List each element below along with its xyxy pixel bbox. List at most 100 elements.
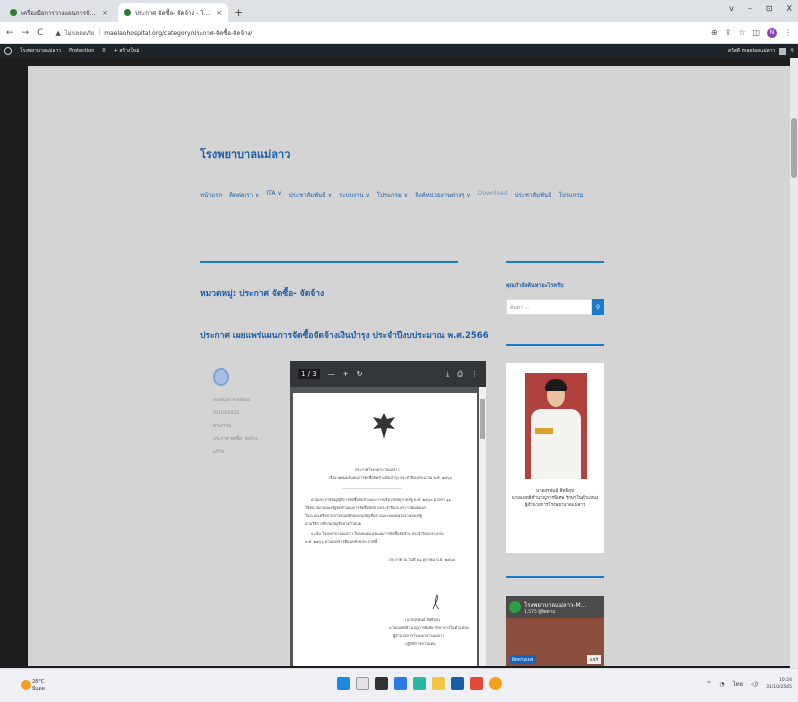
hospital-logo-icon	[509, 601, 521, 613]
window-controls: v – ⊡ X	[729, 4, 792, 13]
garuda-emblem-icon	[373, 413, 395, 439]
wifi-icon[interactable]: ◔	[719, 681, 724, 688]
doc-body: ตามวิธีการที่กรมบัญชีกลางกำหนด	[305, 521, 362, 526]
maximize-button[interactable]: ⊡	[766, 4, 773, 13]
pdf-viewer[interactable]: 1 / 3 — + ↻ ⤓ ⎙ ⋮ ประกาศโรงพยาบาลแม่ลาว …	[290, 361, 486, 666]
protection-link[interactable]: Protection	[69, 48, 94, 54]
search-input[interactable]: ค้นหา ...	[506, 299, 592, 315]
doc-body: พ.ศ. ๒๕๖๖ ตามเอกสารที่แนบท้ายประกาศนี้	[305, 539, 378, 544]
file-explorer-icon[interactable]	[432, 677, 445, 690]
volume-icon[interactable]: ◁)	[751, 681, 758, 688]
signature-mark	[432, 594, 440, 610]
share-icon[interactable]: ⇪	[725, 28, 732, 37]
pdf-scrollbar[interactable]	[479, 387, 486, 666]
menu-item-home[interactable]: หน้าแรก	[200, 190, 222, 200]
store-icon[interactable]	[451, 677, 464, 690]
menu-item-program[interactable]: โปรแกรม	[559, 190, 584, 200]
bookmark-star-icon[interactable]: ☆	[738, 28, 745, 37]
menu-item-links[interactable]: ลิงค์หน่วยงานต่างๆ ∨	[415, 190, 471, 200]
search-widget-label: คุณกำลังค้นหาอะไรครับ	[506, 283, 564, 289]
reload-icon[interactable]: C	[37, 28, 43, 38]
page-viewport: โรงพยาบาลแม่ลาว หน้าแรก ติดต่อเรา ∨ ITA …	[0, 58, 798, 668]
divider	[506, 261, 604, 263]
rotate-icon[interactable]: ↻	[357, 370, 363, 378]
zoom-icon[interactable]: ⊕	[711, 28, 718, 37]
director-photo	[525, 373, 587, 479]
close-tab-icon[interactable]: ×	[216, 9, 222, 17]
main-menu: หน้าแรก ติดต่อเรา ∨ ITA ∨ ประชาสัมพันธ์ …	[200, 190, 584, 200]
task-view-icon[interactable]	[375, 677, 388, 690]
facebook-share-button[interactable]: แชร์	[586, 655, 601, 664]
admin-site-link[interactable]: โรงพยาบาลแม่ลาว	[20, 47, 61, 55]
zoom-out-button[interactable]: —	[328, 370, 335, 378]
menu-kebab-icon[interactable]: ⋮	[784, 28, 792, 37]
new-tab-button[interactable]: +	[234, 6, 243, 19]
wp-admin-bar: โรงพยาบาลแม่ลาว Protection 0 + สร้างใหม่…	[0, 44, 798, 58]
doc-body: ในระบบเครือข่ายสารสนเทศของกรมบัญชีกลางแล…	[305, 513, 422, 518]
more-options-icon[interactable]: ⋮	[471, 370, 478, 378]
doc-heading: ประกาศโรงพยาบาลแม่ลาว	[355, 467, 400, 472]
url-field[interactable]: ▲ ไม่ปลอดภัย | maelaohospital.org/catego…	[51, 25, 702, 41]
menu-item-contact[interactable]: ติดต่อเรา ∨	[229, 190, 259, 200]
search-icon[interactable]	[356, 677, 369, 690]
start-icon[interactable]	[337, 677, 350, 690]
zoom-in-button[interactable]: +	[343, 370, 349, 378]
director-role: นายแพทย์ชำนาญการพิเศษ รักษาในตำแหน่ง	[511, 496, 599, 501]
admin-user-greeting[interactable]: สวัสดี maelaoแม่ลาว	[728, 47, 775, 55]
browser-tab-strip: เครื่องมือการวางแผนการจัดซื้อจัดจ้าง × ป…	[0, 0, 798, 22]
admin-search-icon[interactable]: ⚲	[790, 48, 794, 54]
site-title[interactable]: โรงพยาบาลแม่ลาว	[200, 145, 290, 163]
browser-tab-active[interactable]: ประกาศ จัดซื้อ- จัดจ้าง - โรงพยาบาลแม่ลา…	[118, 3, 228, 22]
doc-date: ประกาศ ณ วันที่ ๓๑ ตุลาคม พ.ศ. ๒๕๖๕	[389, 557, 456, 562]
menu-item-pr[interactable]: ประชาสัมพันธ์	[515, 190, 552, 200]
director-caption: นายสุรพันธ์ สิทธิสุข นายแพทย์ชำนาญการพิเ…	[506, 488, 604, 509]
browser-tab[interactable]: เครื่องมือการวางแผนการจัดซื้อจัดจ้าง ×	[4, 3, 114, 22]
comments-count[interactable]: 0	[102, 48, 105, 54]
menu-item-ita[interactable]: ITA ∨	[266, 190, 281, 200]
menu-item-download[interactable]: Download	[478, 190, 508, 200]
pdf-toolbar: 1 / 3 — + ↻ ⤓ ⎙ ⋮	[290, 361, 486, 387]
meta-category[interactable]: ประกาศ จัดซื้อ- จัดจ้าง	[213, 433, 258, 446]
menu-item-news[interactable]: ประชาสัมพันธ์ ∨	[289, 190, 332, 200]
divider	[506, 576, 604, 578]
tray-chevron-icon[interactable]: ^	[706, 681, 711, 688]
back-arrow-icon[interactable]: ←	[6, 28, 14, 38]
search-button[interactable]: ⚲	[592, 299, 604, 315]
toolbar-icons: ⊕ ⇪ ☆ ◫ N ⋮	[711, 27, 792, 38]
meta-edit[interactable]: แก้ไข	[213, 446, 258, 459]
print-icon[interactable]: ⎙	[457, 370, 463, 379]
sidepanel-icon[interactable]: ◫	[752, 28, 760, 37]
taskbar-apps	[337, 677, 502, 690]
doc-signer: (นายสุรพันธ์ สิทธิสุข)	[405, 617, 440, 622]
forward-arrow-icon[interactable]: →	[22, 28, 30, 38]
divider	[200, 261, 458, 263]
language-indicator[interactable]: ไทย	[733, 679, 744, 689]
app-icon[interactable]	[413, 677, 426, 690]
menu-item-programs[interactable]: โปรแกรม ∨	[377, 190, 408, 200]
facebook-follow-button[interactable]: ติดตามเพจ	[509, 655, 537, 664]
edge-icon[interactable]	[394, 677, 407, 690]
warning-icon: ▲	[55, 28, 61, 37]
profile-avatar[interactable]: N	[767, 27, 777, 38]
meta-date[interactable]: 31/10/2022	[213, 407, 258, 420]
weather-widget[interactable]: 28°C มีแดด	[21, 679, 45, 693]
pdf-page-indicator[interactable]: 1 / 3	[298, 369, 320, 379]
page-scrollbar[interactable]	[790, 58, 798, 668]
new-content-link[interactable]: + สร้างใหม่	[114, 47, 140, 55]
close-tab-icon[interactable]: ×	[102, 9, 108, 17]
download-icon[interactable]: ⤓	[446, 370, 449, 379]
post-title[interactable]: ประกาศ เผยแพร่แผนการจัดซื้อจัดจ้างเงินบำ…	[200, 328, 489, 342]
meta-author[interactable]: maelaoi maelaoi	[213, 394, 258, 407]
meta-comments[interactable]: ค่าเล่ากัน	[213, 420, 258, 433]
category-title: หมวดหมู่: ประกาศ จัดซื้อ- จัดจ้าง	[200, 289, 325, 299]
tab-search-icon[interactable]: v	[729, 4, 734, 13]
office-icon[interactable]	[470, 677, 483, 690]
chrome-icon[interactable]	[489, 677, 502, 690]
wordpress-logo-icon[interactable]	[4, 47, 12, 55]
avatar[interactable]	[779, 47, 787, 55]
minimize-button[interactable]: –	[748, 4, 752, 13]
clock[interactable]: 10:24 31/10/2565	[766, 677, 792, 691]
close-window-button[interactable]: X	[787, 4, 792, 13]
menu-item-systems[interactable]: ระบบงาน ∨	[339, 190, 370, 200]
facebook-page-widget[interactable]: โรงพยาบาลแม่ลาว-M... 1,575 ผู้ติดตาม ติด…	[506, 596, 604, 666]
